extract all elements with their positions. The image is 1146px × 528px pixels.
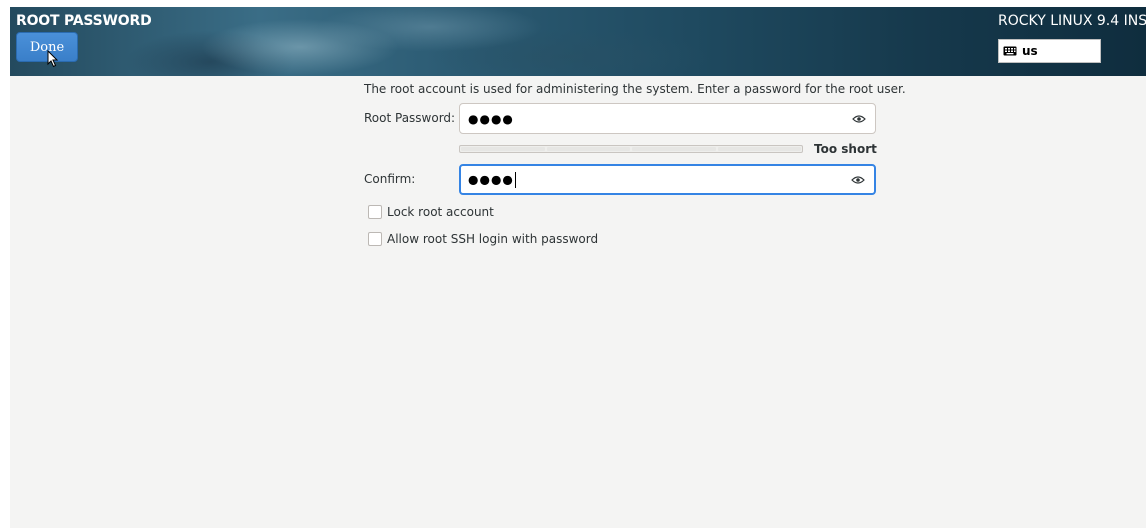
root-password-form: The root account is used for administeri… [0, 76, 1146, 528]
strength-segment [632, 147, 716, 151]
text-caret [514, 171, 516, 188]
confirm-password-dots: ●●●● [468, 172, 514, 186]
keyboard-layout-label: us [1022, 44, 1038, 58]
confirm-password-label: Confirm: [364, 172, 416, 186]
confirm-password-input[interactable]: ●●●● [459, 164, 876, 195]
password-strength-bar [459, 145, 803, 153]
reveal-password-icon[interactable] [852, 114, 866, 124]
lock-root-account-option[interactable]: Lock root account [368, 205, 494, 219]
root-password-input[interactable]: ●●●● [459, 103, 876, 134]
top-strip [0, 0, 1146, 7]
description-text: The root account is used for administeri… [364, 82, 906, 96]
allow-root-ssh-checkbox[interactable] [368, 232, 382, 246]
product-title: ROCKY LINUX 9.4 INSTALLATION [998, 13, 1146, 29]
page-title: ROOT PASSWORD [16, 13, 152, 29]
lock-root-account-label: Lock root account [387, 205, 494, 219]
strength-segment [546, 147, 630, 151]
keyboard-layout-indicator[interactable]: us [998, 39, 1101, 63]
strength-segment [461, 147, 545, 151]
root-password-label: Root Password: [364, 111, 456, 125]
spoke-header: ROOT PASSWORD Done ROCKY LINUX 9.4 INSTA… [10, 7, 1146, 76]
strength-segment [717, 147, 801, 151]
allow-root-ssh-option[interactable]: Allow root SSH login with password [368, 232, 598, 246]
lock-root-account-checkbox[interactable] [368, 205, 382, 219]
mouse-cursor-icon [47, 50, 59, 68]
keyboard-icon [1003, 46, 1017, 56]
reveal-confirm-icon[interactable] [851, 175, 865, 185]
allow-root-ssh-label: Allow root SSH login with password [387, 232, 599, 246]
password-strength-label: Too short [814, 142, 877, 156]
root-password-value: ●●●● [468, 111, 514, 126]
confirm-password-value: ●●●● [468, 171, 516, 188]
